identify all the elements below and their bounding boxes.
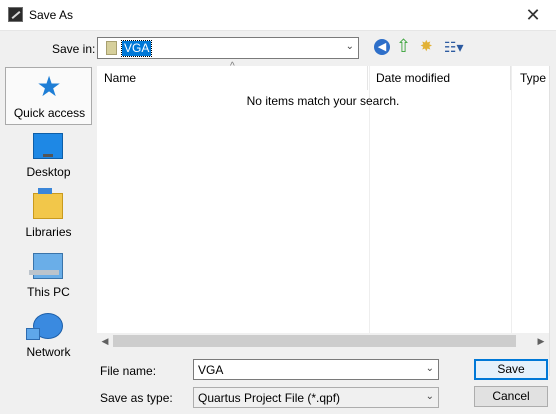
chevron-down-icon[interactable]: ⌄ <box>346 41 354 52</box>
sort-up-icon: ^ <box>230 61 235 72</box>
place-label: This PC <box>27 285 70 299</box>
column-header-date-modified[interactable]: Date modified <box>369 66 509 90</box>
star-icon: ★ <box>36 71 62 102</box>
column-divider <box>369 66 370 349</box>
place-this-pc[interactable]: This PC <box>5 247 92 305</box>
scroll-thumb[interactable] <box>113 335 516 347</box>
network-icon <box>26 313 63 340</box>
place-label: Libraries <box>25 225 72 239</box>
file-name-value: VGA <box>198 363 224 377</box>
save-in-dropdown[interactable]: VGA ⌄ <box>97 37 359 59</box>
column-divider[interactable] <box>367 66 368 90</box>
column-header-type[interactable]: Type <box>513 66 549 90</box>
empty-message: No items match your search. <box>246 94 400 108</box>
column-label: Type <box>520 71 547 85</box>
place-label: Quick access <box>13 106 86 120</box>
place-libraries[interactable]: Libraries <box>5 187 92 245</box>
desktop-icon <box>33 133 63 159</box>
file-name-label: File name: <box>100 364 157 378</box>
column-label: Name <box>104 71 137 85</box>
vertical-scrollbar-edge <box>549 66 556 376</box>
file-name-input[interactable]: VGA ⌄ <box>193 359 439 380</box>
close-button[interactable]: ✕ <box>510 0 556 31</box>
up-folder-icon[interactable]: ⇧ <box>396 37 411 55</box>
scroll-left-icon[interactable]: ◀ <box>97 333 113 349</box>
save-as-type-value: Quartus Project File (*.qpf) <box>198 391 341 405</box>
view-menu-icon[interactable]: ☷▾ <box>444 39 468 55</box>
places-bar: ★ Quick access Desktop Libraries This PC… <box>5 67 92 387</box>
app-icon <box>8 7 23 22</box>
place-network[interactable]: Network <box>5 307 92 365</box>
place-label: Network <box>26 345 71 359</box>
save-in-value: VGA <box>120 40 153 57</box>
column-divider <box>511 66 512 349</box>
place-label: Desktop <box>26 165 71 179</box>
this-pc-icon <box>29 253 63 279</box>
folder-icon <box>106 41 117 55</box>
back-icon[interactable]: ◀ <box>374 39 390 55</box>
window-title: Save As <box>29 8 74 22</box>
horizontal-scrollbar[interactable]: ◀ ▶ <box>97 333 549 349</box>
save-button[interactable]: Save <box>474 359 548 380</box>
scroll-right-icon[interactable]: ▶ <box>533 333 549 349</box>
place-quick-access[interactable]: ★ Quick access <box>5 67 92 125</box>
chevron-down-icon[interactable]: ⌄ <box>426 363 434 374</box>
column-label: Date modified <box>376 71 451 85</box>
place-desktop[interactable]: Desktop <box>5 127 92 185</box>
chevron-down-icon[interactable]: ⌄ <box>426 391 434 402</box>
save-as-type-label: Save as type: <box>100 391 173 405</box>
libraries-icon <box>33 188 63 219</box>
save-in-label: Save in: <box>52 42 96 56</box>
cancel-button[interactable]: Cancel <box>474 386 548 407</box>
file-list[interactable]: Name ^ Date modified Type No items match… <box>97 61 549 349</box>
new-folder-icon[interactable]: ✸ <box>420 38 433 56</box>
save-as-type-dropdown[interactable]: Quartus Project File (*.qpf) ⌄ <box>193 387 439 408</box>
title-bar: Save As ✕ <box>0 0 556 31</box>
